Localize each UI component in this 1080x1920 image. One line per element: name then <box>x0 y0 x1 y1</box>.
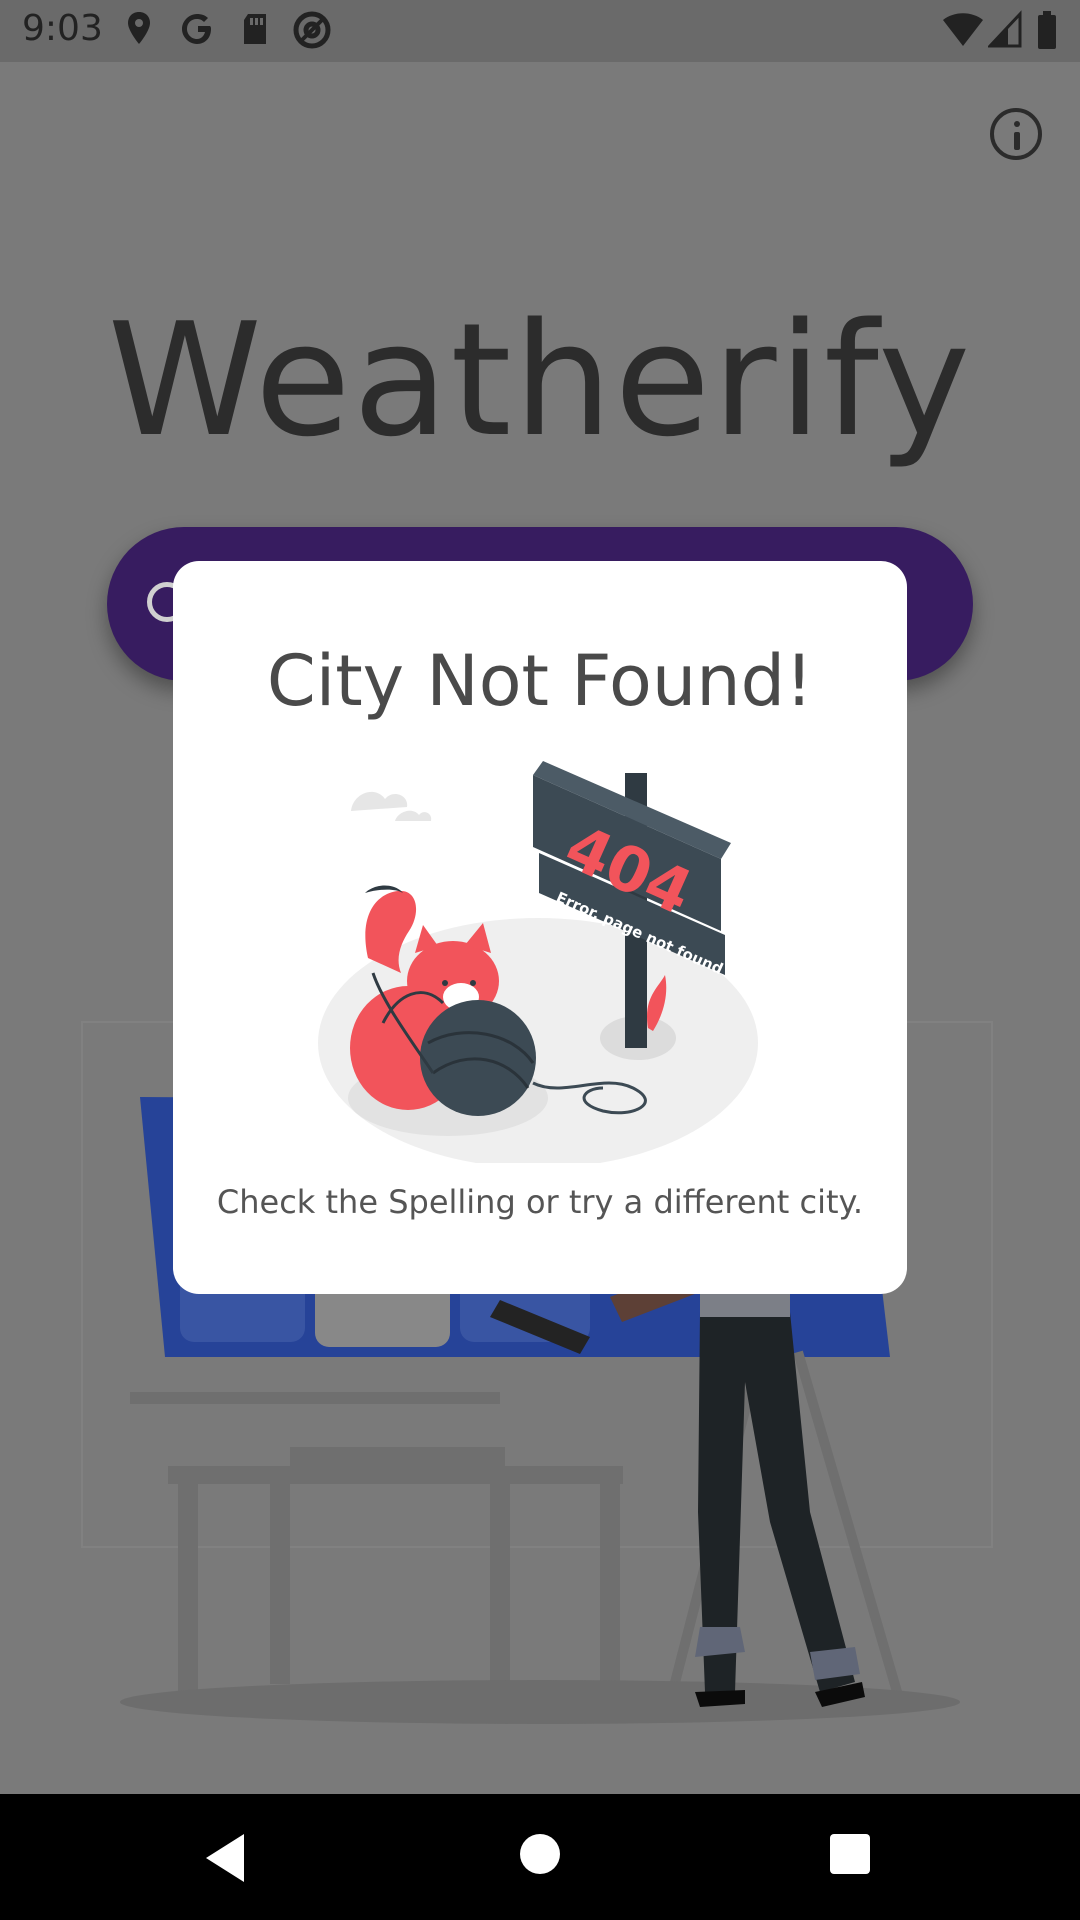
info-button[interactable] <box>990 108 1042 160</box>
location-icon <box>128 12 150 44</box>
signal-icon <box>988 10 1022 48</box>
dialog-title: City Not Found! <box>266 640 814 722</box>
recents-icon[interactable] <box>830 1834 870 1874</box>
wifi-icon <box>943 13 983 46</box>
battery-icon <box>1038 11 1056 49</box>
app-title: Weatherify <box>107 289 973 471</box>
google-icon <box>182 14 211 44</box>
home-icon[interactable] <box>520 1834 560 1874</box>
navigation-bar <box>0 1794 1080 1920</box>
not-found-illustration: 404 Error, page not found <box>318 761 758 1163</box>
info-icon <box>1014 121 1020 127</box>
at-sign-icon <box>293 11 331 49</box>
back-icon[interactable] <box>206 1834 244 1882</box>
city-not-found-dialog: City Not Found! 404 Error, page not foun… <box>173 561 907 1294</box>
status-time: 9:03 <box>22 8 103 49</box>
sd-card-icon <box>244 14 266 44</box>
dialog-message: Check the Spelling or try a different ci… <box>216 1183 864 1221</box>
status-bar: 9:03 <box>0 0 1080 62</box>
